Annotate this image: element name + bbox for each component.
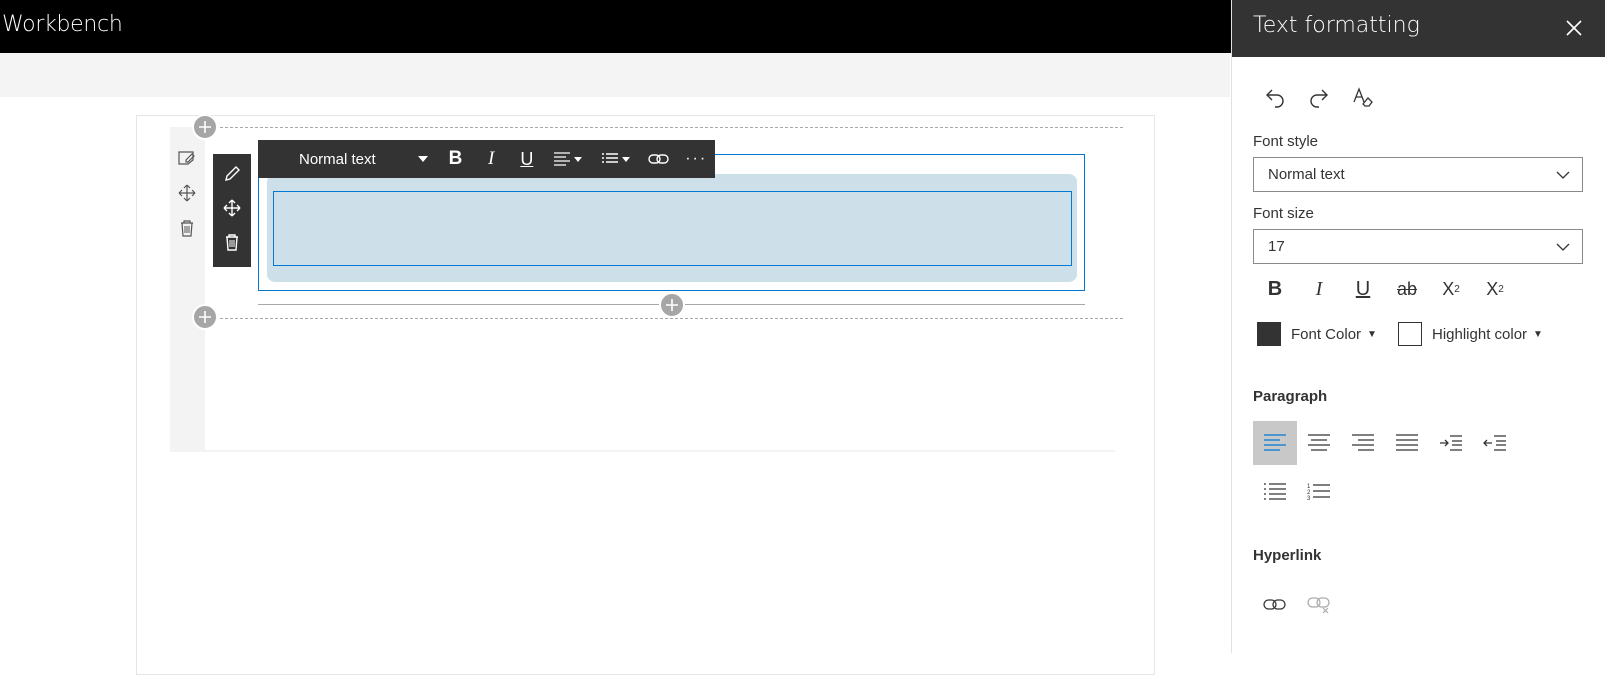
align-right-icon[interactable] <box>1341 421 1385 465</box>
font-color-label: Font Color <box>1291 325 1362 343</box>
increase-indent-icon[interactable] <box>1429 421 1473 465</box>
section-bottom-edge <box>205 450 1115 452</box>
add-section-bottom-icon[interactable] <box>192 304 218 330</box>
bold-icon[interactable]: B <box>438 140 474 178</box>
strikethrough-icon[interactable]: ab <box>1385 267 1429 311</box>
subscript-icon[interactable]: X2 <box>1473 267 1517 311</box>
svg-text:3: 3 <box>1307 496 1311 500</box>
edit-section-icon[interactable] <box>175 146 199 170</box>
panel-header: Text formatting <box>1232 0 1605 57</box>
caret-down-icon: ▼ <box>1533 328 1543 340</box>
text-formatting-panel: Text formatting Font style Normal text F… <box>1231 0 1605 653</box>
more-icon[interactable]: ··· <box>677 140 715 178</box>
insert-link-icon[interactable] <box>1253 583 1297 627</box>
bold-icon[interactable]: B <box>1253 267 1297 311</box>
edit-icon[interactable] <box>223 165 241 188</box>
chevron-down-icon <box>1556 167 1570 184</box>
align-icon[interactable] <box>545 140 593 178</box>
undo-icon[interactable] <box>1253 75 1297 119</box>
italic-icon[interactable]: I <box>1297 267 1341 311</box>
caret-down-icon: ▼ <box>1367 328 1377 340</box>
add-section-top-icon[interactable] <box>192 114 218 140</box>
numbered-list-icon[interactable]: 123 <box>1297 469 1341 513</box>
webpart-toolbar <box>213 154 251 267</box>
move-icon[interactable] <box>223 199 241 222</box>
redo-icon[interactable] <box>1297 75 1341 119</box>
link-icon[interactable] <box>640 140 678 178</box>
section-top-divider <box>205 127 1123 128</box>
font-style-value: Normal text <box>1268 166 1345 183</box>
font-size-label: Font size <box>1253 205 1314 222</box>
bulleted-list-icon[interactable] <box>1253 469 1297 513</box>
font-style-label: Font style <box>1253 133 1319 150</box>
text-editor-input[interactable] <box>273 191 1072 266</box>
font-size-value: 17 <box>1268 238 1285 255</box>
delete-icon[interactable] <box>224 233 240 256</box>
hyperlink-heading: Hyperlink <box>1253 547 1322 564</box>
superscript-icon[interactable]: X2 <box>1429 267 1473 311</box>
underline-icon[interactable]: U <box>509 140 545 178</box>
font-color-swatch <box>1257 322 1281 346</box>
underline-icon[interactable]: U <box>1341 267 1385 311</box>
format-toolbar: Normal text B I U ··· <box>258 140 715 178</box>
remove-link-icon[interactable] <box>1297 583 1341 627</box>
justify-icon[interactable] <box>1385 421 1429 465</box>
section-bottom-divider <box>205 318 1123 319</box>
italic-icon[interactable]: I <box>473 140 509 178</box>
highlight-color-swatch <box>1398 322 1422 346</box>
highlight-color-label: Highlight color <box>1432 325 1528 343</box>
close-icon[interactable] <box>1562 16 1586 40</box>
align-center-icon[interactable] <box>1297 421 1341 465</box>
font-color-button[interactable]: Font Color ▼ <box>1257 322 1377 346</box>
add-webpart-icon[interactable] <box>659 292 685 318</box>
paragraph-heading: Paragraph <box>1253 388 1328 405</box>
font-size-dropdown[interactable]: 17 <box>1253 229 1583 264</box>
panel-title: Text formatting <box>1253 13 1420 38</box>
clear-formatting-icon[interactable] <box>1341 75 1385 119</box>
command-bar <box>0 53 1230 97</box>
app-title: Workbench <box>2 12 123 37</box>
section-rail <box>170 127 205 452</box>
move-section-icon[interactable] <box>175 181 199 205</box>
highlight-color-button[interactable]: Highlight color ▼ <box>1398 322 1543 346</box>
delete-section-icon[interactable] <box>175 216 199 240</box>
list-icon[interactable] <box>592 140 640 178</box>
caret-down-icon[interactable] <box>408 140 438 178</box>
align-left-icon[interactable] <box>1253 421 1297 465</box>
style-dropdown[interactable]: Normal text <box>299 151 408 168</box>
chevron-down-icon <box>1556 239 1570 256</box>
font-style-dropdown[interactable]: Normal text <box>1253 157 1583 192</box>
decrease-indent-icon[interactable] <box>1473 421 1517 465</box>
